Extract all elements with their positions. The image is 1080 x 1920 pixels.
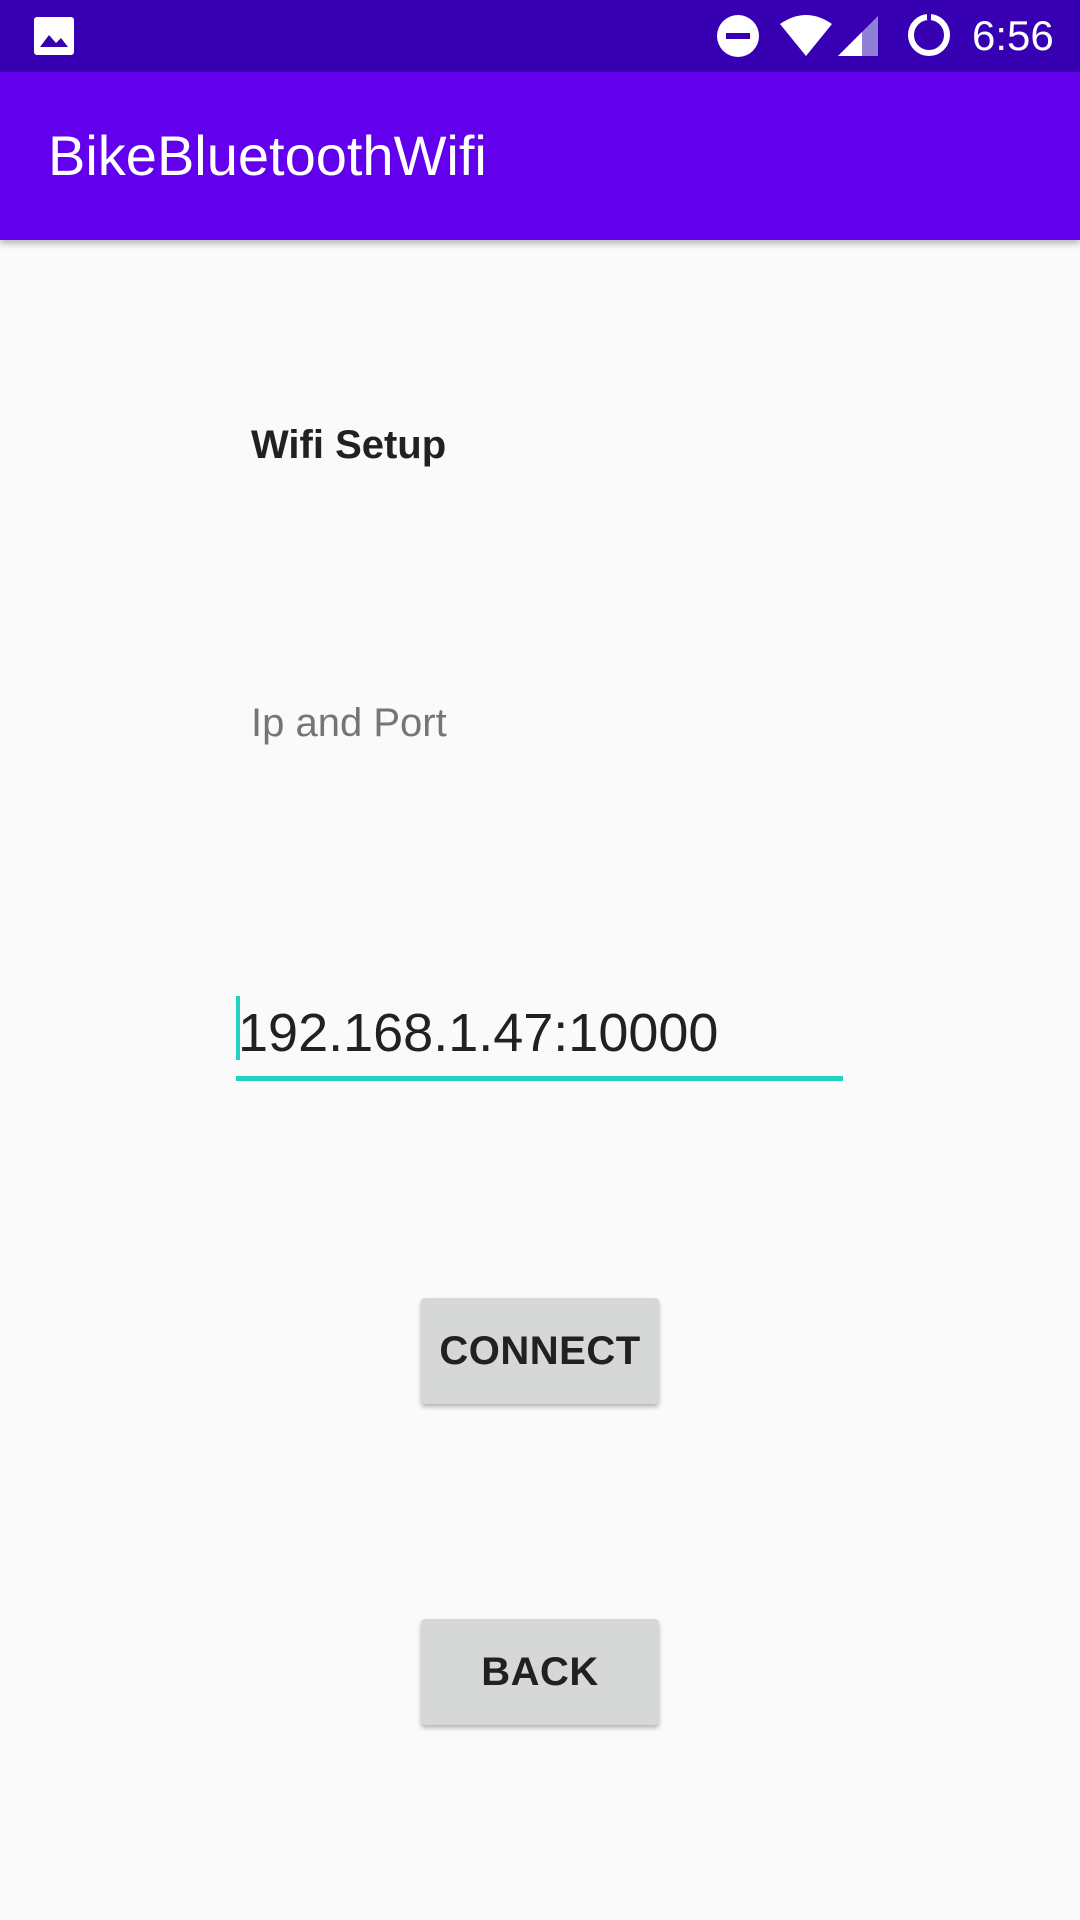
battery-icon [908,13,950,56]
input-underline [236,1076,843,1081]
ip-port-label: Ip and Port [251,701,447,745]
status-bar: 6:56 [0,0,1080,72]
wifi-icon [780,15,832,56]
cell-signal-icon [838,16,878,56]
gallery-icon [34,17,74,55]
app-title: BikeBluetoothWifi [48,124,487,187]
back-button[interactable]: BACK [421,1619,659,1725]
app-bar: BikeBluetoothWifi [0,72,1080,240]
ip-port-field[interactable] [236,990,843,1082]
text-cursor [236,996,240,1060]
ip-port-input[interactable] [236,990,843,1076]
do-not-disturb-icon [717,15,759,57]
wifi-setup-heading: Wifi Setup [251,423,447,467]
connect-button[interactable]: CONNECT [421,1298,659,1404]
status-clock: 6:56 [972,12,1054,59]
